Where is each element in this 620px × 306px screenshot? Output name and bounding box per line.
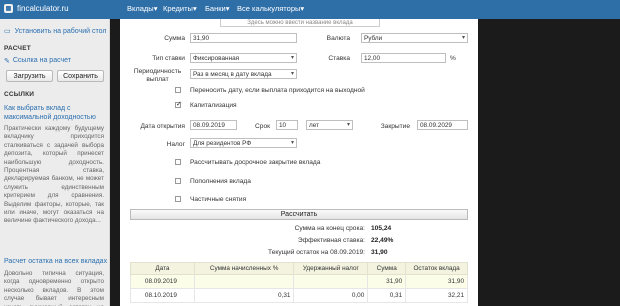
article-balance-link[interactable]: Расчет остатка на всех вкладах	[4, 258, 108, 265]
nav-credits[interactable]: Кредиты▾	[163, 4, 197, 13]
nav-deposits[interactable]: Вклады▾	[127, 4, 157, 13]
rate-unit: %	[450, 55, 456, 62]
replenish-label: Пополнения вклада	[190, 178, 251, 185]
rate-type-select[interactable]: Фиксированная	[190, 53, 297, 63]
chevron-down-icon: ▾	[192, 4, 197, 13]
open-date-label: Дата открытия	[140, 123, 185, 130]
term-unit-select[interactable]: лет	[306, 120, 353, 130]
sum-input[interactable]: 31,90	[190, 33, 297, 43]
rate-type-label: Тип ставки	[152, 55, 185, 62]
install-label: Установить на рабочий стол	[14, 27, 107, 35]
section-links-heading: ССЫЛКИ	[4, 91, 35, 98]
table-row: 08.09.2019 31,90 31,90	[130, 274, 468, 289]
early-close-label: Рассчитывать досрочное закрытие вклада	[190, 159, 321, 166]
rate-label: Ставка	[328, 55, 350, 62]
nav-banks[interactable]: Банки▾	[205, 4, 229, 13]
transfer-date-label: Переносить дату, если выплата приходится…	[190, 87, 365, 94]
transfer-date-checkbox[interactable]	[175, 87, 181, 93]
schedule-table: Дата Сумма начисленных % Удержанный нало…	[130, 262, 468, 303]
article-balance-text: Довольно типична ситуация, когда одновре…	[4, 270, 104, 306]
brand[interactable]: ▦ fincalculator.ru	[4, 4, 69, 13]
current-balance-value: 31,90	[371, 249, 388, 256]
col-interest: Сумма начисленных %	[193, 262, 295, 275]
col-tax: Удержанный налог	[293, 262, 369, 275]
end-sum-label: Сумма на конец срока:	[294, 225, 365, 232]
term-input[interactable]: 10	[276, 120, 298, 130]
partial-withdraw-checkbox[interactable]	[175, 196, 181, 202]
calculator-logo-icon: ▦	[4, 4, 13, 13]
chevron-down-icon: ▾	[300, 4, 305, 13]
article-max-yield-link[interactable]: Как выбрать вклад с максимальной доходно…	[4, 105, 108, 122]
tag-icon: ✎	[4, 58, 10, 65]
calculate-button[interactable]: Рассчитать	[130, 209, 468, 220]
close-date-input[interactable]: 08.09.2029	[417, 120, 468, 130]
deposit-name-input[interactable]: Здесь можно ввести название вклада	[220, 19, 380, 27]
currency-label: Валюта	[326, 35, 350, 42]
open-date-input[interactable]: 08.09.2019	[190, 120, 237, 130]
calculator-form: Здесь можно ввести название вклада Сумма…	[120, 19, 478, 306]
capitalization-checkbox[interactable]	[175, 100, 182, 108]
sidebar: ▭ Установить на рабочий стол РАСЧЕТ ✎ Сс…	[0, 19, 110, 306]
capitalization-label: Капитализация	[190, 102, 237, 109]
top-navbar: ▦ fincalculator.ru Вклады▾ Кредиты▾ Банк…	[0, 0, 620, 19]
tax-label: Налог	[166, 141, 185, 148]
col-sum: Сумма	[367, 262, 407, 275]
eff-rate-label: Эффективная ставка:	[297, 237, 365, 244]
currency-select[interactable]: Рубли	[361, 33, 468, 43]
load-button[interactable]: Загрузить	[6, 70, 53, 82]
partial-withdraw-label: Частичные снятия	[190, 196, 247, 203]
nav-all-calculators[interactable]: Все калькуляторы▾	[237, 4, 304, 13]
col-balance: Остаток вклада	[405, 262, 468, 275]
save-button[interactable]: Сохранить	[57, 70, 104, 82]
table-row: 08.10.2019 0,31 0,00 0,31 32,21	[130, 288, 468, 303]
current-balance-label: Текущий остаток на 08.09.2019:	[268, 249, 365, 256]
table-header-row: Дата Сумма начисленных % Удержанный нало…	[130, 262, 468, 275]
term-label: Срок	[255, 123, 270, 130]
eff-rate-value: 22,49%	[371, 237, 394, 244]
chevron-down-icon: ▾	[153, 4, 158, 13]
period-select[interactable]: Раз в месяц в дату вклада	[190, 69, 297, 79]
calc-link[interactable]: ✎ Ссылка на расчет	[4, 57, 71, 65]
chevron-down-icon: ▾	[225, 4, 230, 13]
replenish-checkbox[interactable]	[175, 178, 181, 184]
early-close-checkbox[interactable]	[175, 159, 181, 165]
desktop-icon: ▭	[4, 28, 11, 35]
rate-input[interactable]: 12,00	[361, 53, 446, 63]
brand-name: fincalculator.ru	[17, 4, 69, 13]
col-date: Дата	[130, 262, 195, 275]
section-calc-heading: РАСЧЕТ	[4, 45, 31, 52]
period-label: Периодичность выплат	[133, 68, 182, 83]
article-max-yield-text: Практически каждому будущему вкладчику п…	[4, 125, 104, 225]
tax-select[interactable]: Для резидентов РФ	[190, 138, 297, 148]
close-date-label: Закрытие	[380, 123, 410, 130]
install-desktop-link[interactable]: ▭ Установить на рабочий стол	[4, 27, 107, 36]
sum-label: Сумма	[164, 35, 185, 42]
end-sum-value: 105,24	[371, 225, 392, 232]
